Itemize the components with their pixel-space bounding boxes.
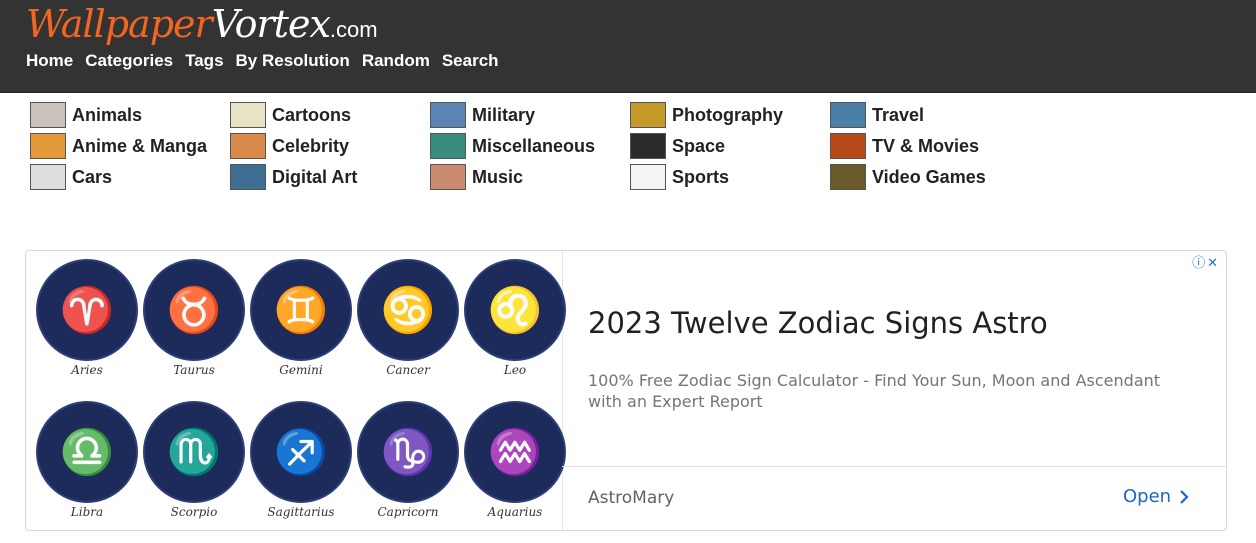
zodiac-sign: ♎ Libra	[36, 401, 138, 519]
category-link[interactable]: Cars	[30, 163, 112, 191]
ad-description[interactable]: 100% Free Zodiac Sign Calculator - Find …	[588, 370, 1188, 412]
zodiac-glyph-icon: ♉	[143, 259, 245, 361]
digital-art-thumb-icon	[230, 164, 266, 190]
nav-categories[interactable]: Categories	[85, 52, 173, 70]
zodiac-sign: ♐ Sagittarius	[250, 401, 352, 519]
zodiac-glyph-icon: ♋	[357, 259, 459, 361]
category-label: Music	[472, 166, 524, 187]
zodiac-sign: ♏ Scorpio	[143, 401, 245, 519]
category-label: Celebrity	[272, 135, 350, 156]
site-logo[interactable]: WallpaperVortex.com	[26, 2, 378, 46]
category-link[interactable]: Video Games	[830, 163, 986, 191]
moon-thumb-icon	[630, 133, 666, 159]
zodiac-name: Scorpio	[170, 505, 218, 519]
category-label: Photography	[672, 104, 783, 125]
ad-open-button[interactable]: Open	[1123, 486, 1189, 507]
nav-search[interactable]: Search	[442, 52, 499, 70]
zodiac-glyph-icon: ♐	[250, 401, 352, 503]
zodiac-name: Cancer	[386, 363, 430, 377]
category-link[interactable]: Sports	[630, 163, 729, 191]
site-header: WallpaperVortex.com Home Categories Tags…	[0, 0, 1256, 93]
category-label: Miscellaneous	[472, 135, 596, 156]
nav-tags[interactable]: Tags	[185, 52, 223, 70]
logo-domain: .com	[329, 17, 378, 42]
chevron-right-icon	[1180, 489, 1189, 504]
zodiac-name: Taurus	[173, 363, 215, 377]
anime-thumb-icon	[30, 133, 66, 159]
zodiac-sign: ♈ Aries	[36, 259, 138, 377]
zodiac-sign: ♌ Leo	[464, 259, 566, 377]
ad-title[interactable]: 2023 Twelve Zodiac Signs Astro	[588, 306, 1048, 340]
zodiac-name: Aries	[71, 363, 103, 377]
category-link[interactable]: Travel	[830, 101, 924, 129]
nav-home[interactable]: Home	[26, 52, 73, 70]
zodiac-name: Sagittarius	[267, 505, 335, 519]
zodiac-name: Leo	[503, 363, 527, 377]
zodiac-name: Aquarius	[487, 505, 543, 519]
zodiac-sign: ♑ Capricorn	[357, 401, 459, 519]
zodiac-sign: ♒ Aquarius	[464, 401, 566, 519]
ad-zodiac-image[interactable]: ♈ Aries ♉ Taurus ♊ Gemini ♋ Cancer ♌ Leo ♎ Libra ♏ Sc…	[26, 251, 566, 530]
category-label: Cartoons	[272, 104, 352, 125]
music-thumb-icon	[430, 164, 466, 190]
category-label: Military	[472, 104, 536, 125]
zodiac-sign: ♉ Taurus	[143, 259, 245, 377]
category-link[interactable]: Cartoons	[230, 101, 351, 129]
sunflower-thumb-icon	[630, 102, 666, 128]
category-link[interactable]: Anime & Manga	[30, 132, 207, 160]
zodiac-glyph-icon: ♊	[250, 259, 352, 361]
kitten-thumb-icon	[30, 102, 66, 128]
mickey-thumb-icon	[230, 102, 266, 128]
video-games-thumb-icon	[830, 164, 866, 190]
advertisement[interactable]: ♈ Aries ♉ Taurus ♊ Gemini ♋ Cancer ♌ Leo ♎ Libra ♏ Sc…	[25, 250, 1227, 531]
statue-thumb-icon	[830, 102, 866, 128]
category-label: Digital Art	[272, 166, 358, 187]
celebrity-thumb-icon	[230, 133, 266, 159]
category-link[interactable]: Animals	[30, 101, 142, 129]
ad-open-label: Open	[1123, 486, 1172, 507]
zodiac-name: Gemini	[279, 363, 323, 377]
category-link[interactable]: Space	[630, 132, 725, 160]
ad-choices-icon[interactable]: ⓘ✕	[1192, 252, 1220, 271]
zodiac-name: Libra	[70, 505, 104, 519]
nav-by-resolution[interactable]: By Resolution	[236, 52, 350, 70]
category-label: Sports	[672, 166, 730, 187]
zodiac-glyph-icon: ♈	[36, 259, 138, 361]
zodiac-sign: ♊ Gemini	[250, 259, 352, 377]
misc-thumb-icon	[430, 133, 466, 159]
soccer-ball-thumb-icon	[630, 164, 666, 190]
category-label: Animals	[72, 104, 143, 125]
category-grid: Animals Anime & Manga Cars Cartoons Celebrit…	[30, 101, 1030, 193]
zodiac-name: Capricorn	[377, 505, 439, 519]
category-link[interactable]: Photography	[630, 101, 783, 129]
tv-movies-thumb-icon	[830, 133, 866, 159]
zodiac-glyph-icon: ♒	[464, 401, 566, 503]
category-link[interactable]: TV & Movies	[830, 132, 979, 160]
category-link[interactable]: Celebrity	[230, 132, 349, 160]
category-label: Anime & Manga	[72, 135, 208, 156]
category-link[interactable]: Miscellaneous	[430, 132, 595, 160]
zodiac-glyph-icon: ♑	[357, 401, 459, 503]
category-link[interactable]: Military	[430, 101, 535, 129]
car-thumb-icon	[30, 164, 66, 190]
ad-advertiser[interactable]: AstroMary	[588, 488, 674, 508]
category-label: Space	[672, 135, 726, 156]
ad-divider	[562, 466, 1226, 467]
logo-vortex: Vortex	[211, 2, 331, 46]
category-label: Travel	[872, 104, 925, 125]
zodiac-sign: ♋ Cancer	[357, 259, 459, 377]
logo-wallpaper: Wallpaper	[26, 2, 213, 46]
jet-thumb-icon	[430, 102, 466, 128]
nav-random[interactable]: Random	[362, 52, 430, 70]
category-label: Video Games	[872, 166, 986, 187]
category-label: Cars	[72, 166, 113, 187]
main-nav: Home Categories Tags By Resolution Rando…	[26, 52, 511, 70]
category-link[interactable]: Digital Art	[230, 163, 357, 191]
category-label: TV & Movies	[872, 135, 980, 156]
zodiac-glyph-icon: ♎	[36, 401, 138, 503]
category-link[interactable]: Music	[430, 163, 523, 191]
zodiac-glyph-icon: ♌	[464, 259, 566, 361]
zodiac-glyph-icon: ♏	[143, 401, 245, 503]
